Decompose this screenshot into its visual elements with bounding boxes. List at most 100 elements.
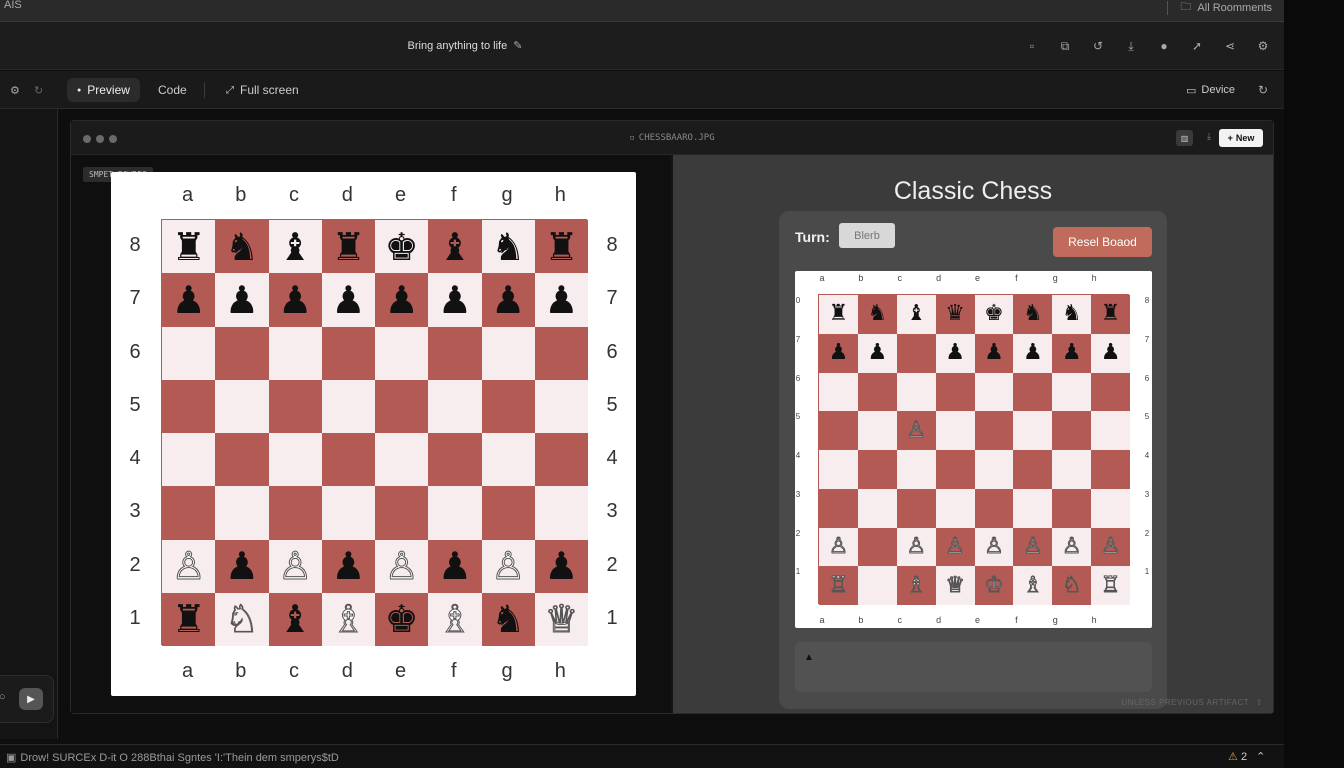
board-square[interactable]: [321, 379, 375, 433]
board-square[interactable]: ♜: [321, 220, 375, 274]
board-square[interactable]: [857, 450, 897, 489]
board-square[interactable]: [935, 450, 975, 489]
board-square[interactable]: ♖: [1091, 566, 1130, 605]
board-square[interactable]: ♙: [1052, 527, 1092, 567]
board-square[interactable]: ♞: [1052, 295, 1092, 334]
board-square[interactable]: [481, 379, 535, 433]
board-square[interactable]: [857, 411, 897, 450]
reset-board-button[interactable]: Resel Boaod: [1053, 227, 1152, 257]
board-square[interactable]: [974, 372, 1014, 412]
board-square[interactable]: [819, 488, 858, 528]
board-square[interactable]: [375, 433, 429, 487]
folder-icon[interactable]: 🗀: [1180, 0, 1191, 17]
board-square[interactable]: ♝: [268, 592, 322, 646]
board-square[interactable]: [1052, 411, 1092, 450]
reload-icon[interactable]: ↻: [1254, 78, 1272, 102]
board-square[interactable]: [321, 326, 375, 380]
board-square[interactable]: [1052, 488, 1092, 528]
board-square[interactable]: [321, 433, 375, 487]
refresh-icon[interactable]: ↻: [30, 78, 47, 102]
board-square[interactable]: [268, 326, 322, 380]
board-square[interactable]: [215, 379, 269, 433]
board-square[interactable]: [1091, 488, 1130, 528]
board-square[interactable]: ♖: [819, 566, 858, 605]
board-square[interactable]: ♜: [162, 220, 216, 274]
board-square[interactable]: ♙: [974, 527, 1014, 567]
board-square[interactable]: ♛: [935, 295, 975, 334]
board-square[interactable]: [428, 379, 482, 433]
board-square[interactable]: ♟: [428, 539, 482, 593]
board-square[interactable]: ♝: [268, 220, 322, 274]
board-square[interactable]: ♚: [375, 220, 429, 274]
board-square[interactable]: ♗: [321, 592, 375, 646]
new-button[interactable]: + New: [1219, 129, 1263, 147]
board-square[interactable]: ♞: [215, 220, 269, 274]
board-square[interactable]: [935, 488, 975, 528]
board-square[interactable]: [375, 326, 429, 380]
board-square[interactable]: [857, 488, 897, 528]
board-square[interactable]: ♟: [1013, 333, 1053, 373]
board-square[interactable]: ♟: [268, 273, 322, 327]
board-square[interactable]: [534, 326, 588, 380]
board-square[interactable]: ♟: [1052, 333, 1092, 373]
board-square[interactable]: [857, 372, 897, 412]
board-square[interactable]: ♝: [896, 295, 936, 334]
board-square[interactable]: ♜: [162, 592, 216, 646]
board-square[interactable]: ♗: [896, 566, 936, 605]
board-square[interactable]: ♙: [268, 539, 322, 593]
board-square[interactable]: [896, 450, 936, 489]
pencil-icon[interactable]: ✎: [513, 40, 522, 52]
board-square[interactable]: [428, 433, 482, 487]
board-square[interactable]: ♟: [935, 333, 975, 373]
board-square[interactable]: ♟: [819, 333, 858, 373]
board-square[interactable]: [534, 379, 588, 433]
board-square[interactable]: [481, 486, 535, 540]
board-square[interactable]: ♟: [428, 273, 482, 327]
board-square[interactable]: ♙: [162, 539, 216, 593]
tab-code[interactable]: Code: [148, 78, 197, 102]
board-square[interactable]: ♞: [481, 220, 535, 274]
board-square[interactable]: [162, 486, 216, 540]
board-square[interactable]: [819, 372, 858, 412]
board-square[interactable]: ♞: [857, 295, 897, 334]
board-square[interactable]: ♗: [428, 592, 482, 646]
board-square[interactable]: [974, 450, 1014, 489]
board-square[interactable]: [1052, 372, 1092, 412]
board-square[interactable]: [162, 379, 216, 433]
board-square[interactable]: ♟: [215, 273, 269, 327]
board-square[interactable]: [1052, 450, 1092, 489]
board-square[interactable]: [481, 326, 535, 380]
board-square[interactable]: ♕: [935, 566, 975, 605]
settings-icon[interactable]: ⚙: [1253, 36, 1273, 56]
download-icon[interactable]: ⤓: [1207, 131, 1211, 142]
board-square[interactable]: [215, 433, 269, 487]
board-square[interactable]: [162, 433, 216, 487]
board-square[interactable]: [857, 566, 897, 605]
board-square[interactable]: ♝: [428, 220, 482, 274]
os-right-label[interactable]: All Roomments: [1197, 2, 1272, 14]
save-icon[interactable]: ▫: [1022, 36, 1042, 56]
copy-icon[interactable]: ⧉: [1055, 36, 1075, 56]
github-icon[interactable]: ●: [1154, 36, 1174, 56]
board-square[interactable]: [1091, 372, 1130, 412]
board-square[interactable]: ♙: [1091, 527, 1130, 567]
board-square[interactable]: [896, 488, 936, 528]
board-square[interactable]: [268, 486, 322, 540]
board-square[interactable]: ♗: [1013, 566, 1053, 605]
board-square[interactable]: ♞: [1013, 295, 1053, 334]
board-square[interactable]: ♟: [974, 333, 1014, 373]
board-square[interactable]: ♟: [1091, 333, 1130, 373]
board-square[interactable]: [1091, 411, 1130, 450]
fullscreen-button[interactable]: ⤢ Full screen: [216, 78, 309, 102]
board-square[interactable]: ♞: [481, 592, 535, 646]
board-square[interactable]: [481, 433, 535, 487]
board-square[interactable]: [1013, 372, 1053, 412]
board-square[interactable]: [857, 527, 897, 567]
board-square[interactable]: ♟: [321, 539, 375, 593]
play-icon[interactable]: ▶: [19, 688, 43, 710]
board-square[interactable]: [1091, 450, 1130, 489]
board-square[interactable]: [896, 372, 936, 412]
board-square[interactable]: ♜: [819, 295, 858, 334]
board-square[interactable]: ♕: [534, 592, 588, 646]
board-square[interactable]: ♙: [896, 527, 936, 567]
